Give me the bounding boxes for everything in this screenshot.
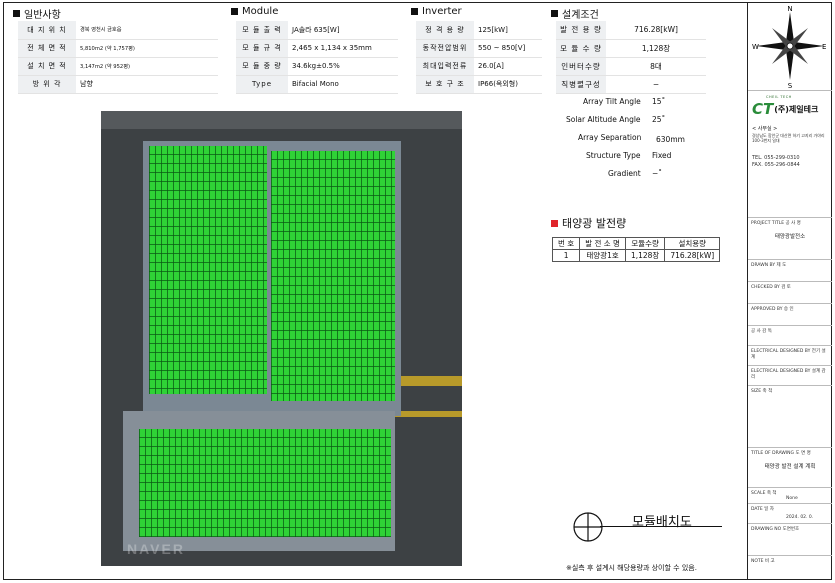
- param-label: Array Separation: [578, 133, 642, 142]
- bullet-square-icon: [231, 8, 238, 15]
- compass-n: N: [787, 5, 792, 13]
- param-label: Solar Altitude Angle: [566, 115, 641, 124]
- design-table: 발 전 용 량 716.28[kW] 모 듈 수 량 1,128장 인버터수량 8대 …: [556, 21, 706, 94]
- module-table: 모 듈 출 력 JA솔라 635[W] 모 듈 규 격 2,465 x 1,134 …: [236, 21, 398, 94]
- company-panel: CHEIL TECH CT (주)제일테크 < 사무실 > 경상남도 함안군 대…: [748, 90, 832, 218]
- title-block: N S W E CHEIL TECH CT (주)제일테크 < 사무실 > 경상…: [747, 2, 832, 580]
- compass-s: S: [788, 82, 793, 90]
- param-value: 630mm: [656, 135, 685, 144]
- tb-checked-by: CHECKED BY 검 토: [748, 282, 832, 304]
- param-value: 25˚: [652, 115, 666, 124]
- generation-heading: 태양광 발전량: [551, 215, 626, 231]
- col-header: 설치용량: [664, 237, 721, 250]
- tb-approved-by: APPROVED BY 승 인: [748, 304, 832, 326]
- compass-rose-icon: N S W E: [752, 5, 826, 90]
- param-label: Structure Type: [586, 151, 641, 160]
- generation-table: 번 호 발 전 소 명 모듈수량 설치용량 1 태양광1호 1,128장 716…: [551, 237, 721, 262]
- bullet-square-icon: [13, 10, 20, 17]
- drawing-title: 모듈배치도: [632, 515, 692, 530]
- aerial-site-photo: NAVER: [101, 111, 462, 566]
- tb-drawing-title: TITLE OF DRAWING 도 면 명 태양광 발전 설계 계획: [748, 448, 832, 488]
- tb-drawing-no: DRAWING NO 도면번호: [748, 524, 832, 556]
- tb-scale: SCALE 축 척 None: [748, 488, 832, 504]
- col-header: 모듈수량: [624, 237, 666, 250]
- tb-design-supervision: ELECTRICAL DESIGNED BY 설계 감리: [748, 366, 832, 386]
- general-table: 대 지 위 치 경북 영천시 금호읍 전 체 면 적 5,810m2 (약 1,75…: [18, 21, 218, 94]
- col-header: 발 전 소 명: [579, 237, 626, 250]
- compass-e: E: [822, 43, 826, 51]
- param-label: Gradient: [608, 169, 641, 178]
- param-label: Array Tilt Angle: [583, 97, 641, 106]
- tb-drawn-by: DRAWN BY 제 도: [748, 260, 832, 282]
- inverter-heading: Inverter: [411, 6, 462, 17]
- tb-electrical-design: ELECTRICAL DESIGNED BY 전기 설계: [748, 346, 832, 366]
- tb-project-title: PROJECT TITLE 공 사 명 태양광발전소: [748, 218, 832, 260]
- solar-array-south: [139, 429, 391, 537]
- tb-note: NOTE 비 고: [751, 559, 775, 564]
- bullet-square-icon: [551, 219, 558, 227]
- naver-watermark: NAVER: [127, 541, 185, 557]
- tb-date: DATE 일 자 2024. 02. 0.: [748, 504, 832, 524]
- param-value: 15˚: [652, 97, 666, 106]
- bullet-square-icon: [411, 8, 418, 15]
- section-circle-icon: [573, 512, 603, 542]
- tb-size: SIZE 축 척: [748, 386, 832, 448]
- solar-array-north-right: [271, 151, 395, 401]
- compass-w: W: [752, 43, 759, 51]
- bullet-square-icon: [551, 10, 558, 17]
- param-value: Fixed: [652, 151, 672, 160]
- solar-array-north-left: [149, 146, 267, 394]
- general-heading: 일반사항: [13, 6, 61, 21]
- module-heading: Module: [231, 6, 278, 17]
- survey-note: ※실측 후 설계시 해당용량과 상이할 수 있음.: [566, 564, 697, 572]
- col-header: 번 호: [551, 237, 581, 250]
- company-logo: CT (주)제일테크: [752, 100, 819, 118]
- inverter-table: 정 격 용 량 125[kW] 동작전압범위 550 ~ 850[V] 최대입력전류…: [416, 21, 542, 94]
- design-heading: 설계조건: [551, 6, 599, 21]
- table-row: 1 태양광1호 1,128장 716.28[kW]: [551, 249, 721, 262]
- tb-supervisor: 공 사 감 독: [748, 326, 832, 346]
- param-value: −˚: [652, 169, 663, 178]
